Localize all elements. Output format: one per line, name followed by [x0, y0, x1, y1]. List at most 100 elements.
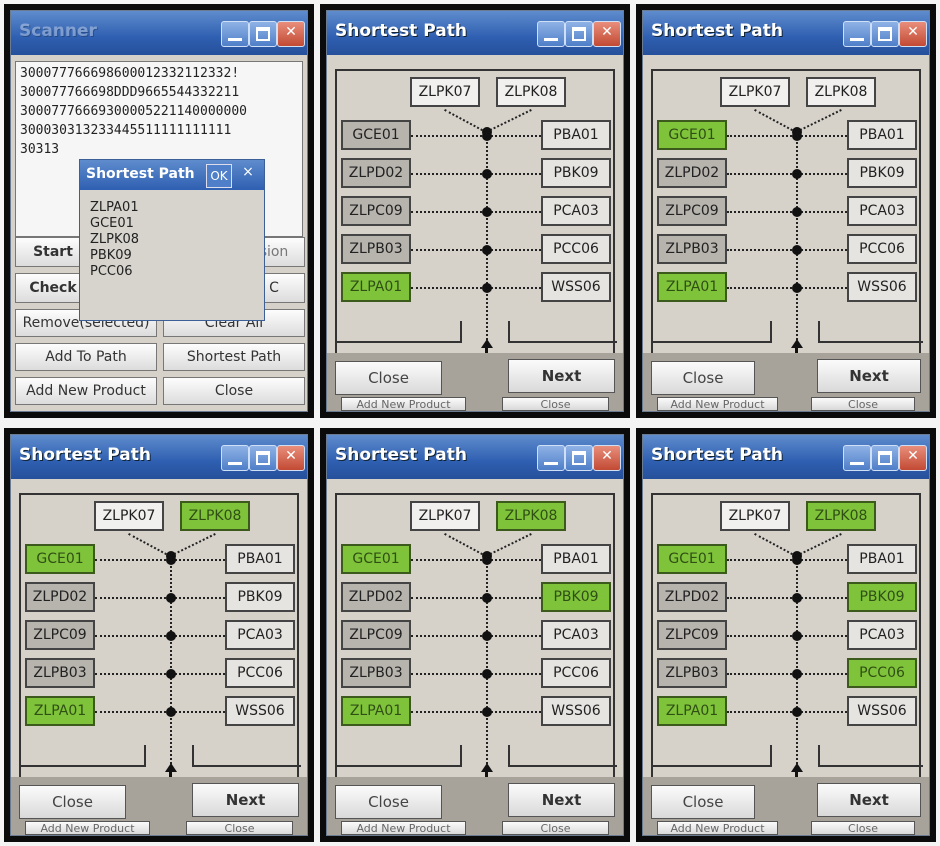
top-node-zlpk08[interactable]: ZLPK08	[496, 77, 566, 107]
next-button[interactable]: Next	[508, 359, 615, 393]
aisle-node-zlpb03[interactable]: ZLPB03	[657, 658, 727, 688]
next-button[interactable]: Next	[817, 359, 921, 393]
aisle-node-zlpb03[interactable]: ZLPB03	[657, 234, 727, 264]
aisle-node-pca03[interactable]: PCA03	[847, 620, 917, 650]
store-map: ZLPK07 ZLPK08 GCE01 PBA01 ZLPD02 PBK09 ZLPC09 P…	[651, 69, 923, 369]
top-node-zlpk07[interactable]: ZLPK07	[410, 77, 480, 107]
close-window-button[interactable]	[899, 445, 927, 471]
maximize-button[interactable]	[249, 445, 277, 471]
maximize-button[interactable]	[565, 21, 593, 47]
top-node-zlpk08[interactable]: ZLPK08	[180, 501, 250, 531]
close-window-button[interactable]	[593, 445, 621, 471]
connector-line	[170, 533, 216, 557]
button-bar: Close Next Add New Product Close	[643, 777, 929, 835]
aisle-node-gce01[interactable]: GCE01	[657, 120, 727, 150]
aisle-node-pbk09[interactable]: PBK09	[541, 158, 611, 188]
aisle-node-zlpb03[interactable]: ZLPB03	[341, 658, 411, 688]
close-button[interactable]: Close	[19, 785, 126, 819]
aisle-node-zlpb03[interactable]: ZLPB03	[25, 658, 95, 688]
aisle-node-zlpc09[interactable]: ZLPC09	[341, 620, 411, 650]
aisle-node-wss06[interactable]: WSS06	[225, 696, 295, 726]
aisle-node-pbk09[interactable]: PBK09	[225, 582, 295, 612]
close-window-button[interactable]	[899, 21, 927, 47]
top-node-zlpk08[interactable]: ZLPK08	[496, 501, 566, 531]
aisle-node-pcc06[interactable]: PCC06	[847, 658, 917, 688]
aisle-node-zlpd02[interactable]: ZLPD02	[341, 158, 411, 188]
aisle-node-gce01[interactable]: GCE01	[25, 544, 95, 574]
aisle-node-gce01[interactable]: GCE01	[657, 544, 727, 574]
aisle-node-zlpd02[interactable]: ZLPD02	[657, 158, 727, 188]
aisle-node-pba01[interactable]: PBA01	[847, 120, 917, 150]
aisle-node-zlpa01[interactable]: ZLPA01	[657, 696, 727, 726]
connector-line	[796, 249, 847, 251]
aisle-node-pca03[interactable]: PCA03	[225, 620, 295, 650]
minimize-button[interactable]	[221, 445, 249, 471]
aisle-node-pca03[interactable]: PCA03	[847, 196, 917, 226]
top-node-zlpk08[interactable]: ZLPK08	[806, 77, 876, 107]
top-node-zlpk07[interactable]: ZLPK07	[720, 77, 790, 107]
aisle-node-pbk09[interactable]: PBK09	[541, 582, 611, 612]
close-button[interactable]: Close	[163, 377, 305, 405]
next-button[interactable]: Next	[192, 783, 299, 817]
aisle-node-pba01[interactable]: PBA01	[541, 544, 611, 574]
add-to-path-button[interactable]: Add To Path	[15, 343, 157, 371]
aisle-node-zlpc09[interactable]: ZLPC09	[341, 196, 411, 226]
minimize-button[interactable]	[537, 445, 565, 471]
aisle-node-pcc06[interactable]: PCC06	[225, 658, 295, 688]
shortest-path-button[interactable]: Shortest Path	[163, 343, 305, 371]
minimize-button[interactable]	[537, 21, 565, 47]
aisle-node-zlpc09[interactable]: ZLPC09	[25, 620, 95, 650]
top-node-zlpk08[interactable]: ZLPK08	[806, 501, 876, 531]
aisle-node-pbk09[interactable]: PBK09	[847, 582, 917, 612]
dialog-close-icon[interactable]: ×	[236, 164, 260, 186]
aisle-node-pcc06[interactable]: PCC06	[541, 658, 611, 688]
aisle-node-wss06[interactable]: WSS06	[541, 696, 611, 726]
behind-add-new-product: Add New Product	[25, 821, 150, 835]
aisle-node-zlpa01[interactable]: ZLPA01	[341, 272, 411, 302]
aisle-node-pbk09[interactable]: PBK09	[847, 158, 917, 188]
close-button[interactable]: Close	[651, 361, 755, 395]
aisle-node-wss06[interactable]: WSS06	[847, 272, 917, 302]
close-window-button[interactable]	[593, 21, 621, 47]
aisle-node-zlpa01[interactable]: ZLPA01	[657, 272, 727, 302]
next-button[interactable]: Next	[508, 783, 615, 817]
close-button[interactable]: Close	[335, 785, 442, 819]
aisle-node-zlpd02[interactable]: ZLPD02	[341, 582, 411, 612]
aisle-node-gce01[interactable]: GCE01	[341, 544, 411, 574]
aisle-node-wss06[interactable]: WSS06	[847, 696, 917, 726]
close-button[interactable]: Close	[335, 361, 442, 395]
next-button[interactable]: Next	[817, 783, 921, 817]
aisle-node-zlpd02[interactable]: ZLPD02	[25, 582, 95, 612]
top-node-zlpk07[interactable]: ZLPK07	[94, 501, 164, 531]
aisle-node-pba01[interactable]: PBA01	[541, 120, 611, 150]
aisle-node-zlpb03[interactable]: ZLPB03	[341, 234, 411, 264]
aisle-node-pca03[interactable]: PCA03	[541, 620, 611, 650]
aisle-node-gce01[interactable]: GCE01	[341, 120, 411, 150]
maximize-button[interactable]	[871, 21, 899, 47]
add-new-product-button[interactable]: Add New Product	[15, 377, 157, 405]
minimize-button[interactable]	[843, 445, 871, 471]
aisle-node-pca03[interactable]: PCA03	[541, 196, 611, 226]
aisle-node-pcc06[interactable]: PCC06	[847, 234, 917, 264]
minimize-button[interactable]	[221, 21, 249, 47]
aisle-node-zlpc09[interactable]: ZLPC09	[657, 620, 727, 650]
close-window-button[interactable]	[277, 445, 305, 471]
aisle-node-zlpc09[interactable]: ZLPC09	[657, 196, 727, 226]
maximize-button[interactable]	[871, 445, 899, 471]
aisle-node-pcc06[interactable]: PCC06	[541, 234, 611, 264]
dialog-title: Shortest Path	[86, 166, 195, 182]
top-node-zlpk07[interactable]: ZLPK07	[410, 501, 480, 531]
aisle-node-zlpa01[interactable]: ZLPA01	[341, 696, 411, 726]
close-window-button[interactable]	[277, 21, 305, 47]
close-button[interactable]: Close	[651, 785, 755, 819]
aisle-node-zlpd02[interactable]: ZLPD02	[657, 582, 727, 612]
aisle-node-zlpa01[interactable]: ZLPA01	[25, 696, 95, 726]
maximize-button[interactable]	[249, 21, 277, 47]
aisle-node-pba01[interactable]: PBA01	[225, 544, 295, 574]
ok-button[interactable]: OK	[206, 164, 232, 188]
aisle-node-wss06[interactable]: WSS06	[541, 272, 611, 302]
minimize-button[interactable]	[843, 21, 871, 47]
top-node-zlpk07[interactable]: ZLPK07	[720, 501, 790, 531]
maximize-button[interactable]	[565, 445, 593, 471]
aisle-node-pba01[interactable]: PBA01	[847, 544, 917, 574]
